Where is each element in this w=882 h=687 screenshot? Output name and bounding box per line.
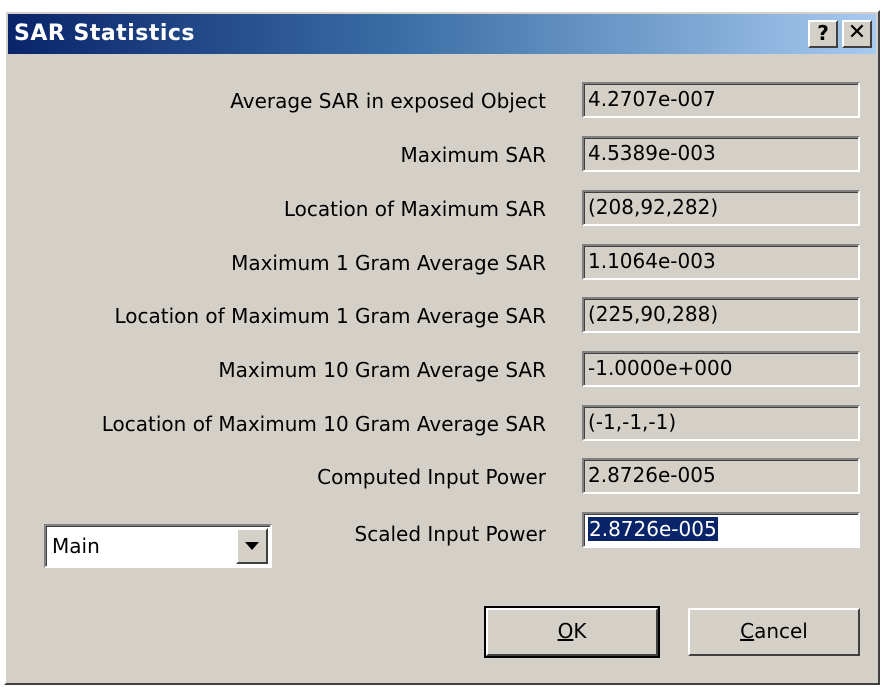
field-location-max-sar[interactable]: (208,92,282) — [582, 190, 860, 226]
label-max-10g-avg-sar: Maximum 10 Gram Average SAR — [218, 358, 546, 382]
field-max-1g-avg-sar[interactable]: 1.1064e-003 — [582, 244, 860, 280]
selected-text: 2.8726e-005 — [587, 516, 719, 542]
field-computed-input-power[interactable]: 2.8726e-005 — [582, 458, 860, 494]
field-max-10g-avg-sar[interactable]: -1.0000e+000 — [582, 351, 860, 387]
title-bar[interactable]: SAR Statistics ? ✕ — [8, 14, 876, 54]
field-location-max-10g-avg-sar[interactable]: (-1,-1,-1) — [582, 405, 860, 441]
ok-accel: O — [557, 619, 574, 643]
close-icon: ✕ — [847, 20, 867, 45]
cancel-label-rest: ancel — [754, 619, 808, 643]
scaled-input-power-input[interactable]: 2.8726e-005 — [582, 512, 860, 548]
close-button[interactable]: ✕ — [842, 20, 872, 48]
triangle-down-icon — [245, 542, 259, 550]
field-location-max-1g-avg-sar[interactable]: (225,90,288) — [582, 297, 860, 333]
help-button[interactable]: ? — [808, 20, 838, 48]
field-maximum-sar[interactable]: 4.5389e-003 — [582, 136, 860, 172]
label-location-max-1g-avg-sar: Location of Maximum 1 Gram Average SAR — [114, 304, 546, 328]
cancel-accel: C — [740, 619, 755, 643]
label-location-max-sar: Location of Maximum SAR — [283, 197, 546, 221]
label-scaled-input-power: Scaled Input Power — [354, 522, 546, 546]
label-average-sar: Average SAR in exposed Object — [230, 89, 546, 113]
label-computed-input-power: Computed Input Power — [317, 465, 546, 489]
label-location-max-10g-avg-sar: Location of Maximum 10 Gram Average SAR — [101, 412, 546, 436]
view-select[interactable]: Main — [44, 524, 272, 568]
cancel-button[interactable]: Cancel — [688, 608, 860, 656]
help-icon: ? — [817, 21, 829, 45]
label-maximum-sar: Maximum SAR — [400, 143, 546, 167]
ok-button[interactable]: OK — [484, 606, 660, 658]
dialog-title: SAR Statistics — [14, 21, 196, 46]
label-max-1g-avg-sar: Maximum 1 Gram Average SAR — [231, 251, 546, 275]
ok-label-rest: K — [573, 619, 587, 643]
view-select-value: Main — [52, 534, 100, 558]
field-average-sar[interactable]: 4.2707e-007 — [582, 82, 860, 118]
dropdown-button[interactable] — [236, 528, 268, 564]
